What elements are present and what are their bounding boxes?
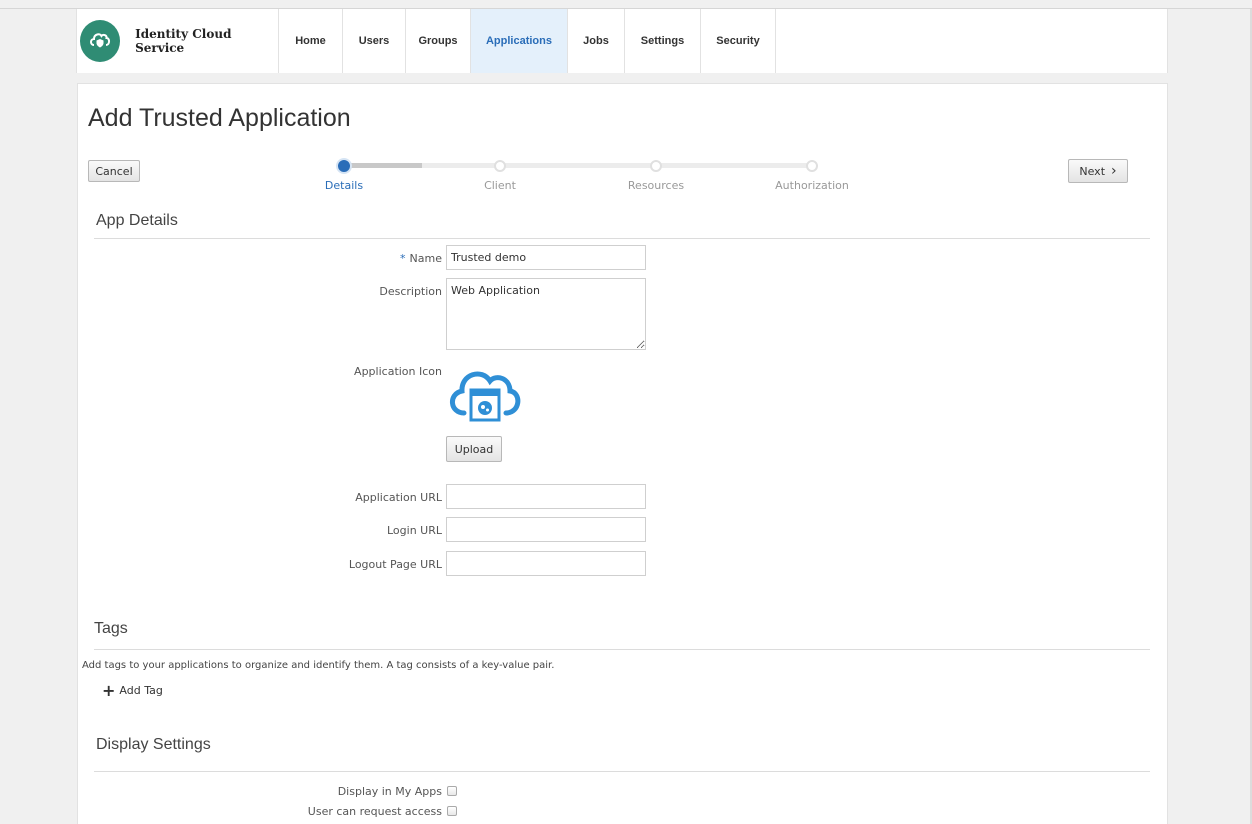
step-client-label[interactable]: Client (450, 179, 550, 192)
display-settings-title: Display Settings (96, 736, 211, 753)
nav-jobs[interactable]: Jobs (568, 9, 625, 73)
window-top-border (0, 0, 1252, 9)
application-url-label: Application URL (355, 491, 442, 504)
tags-divider (94, 649, 1150, 650)
description-textarea[interactable]: Web Application (446, 278, 646, 350)
main-panel: Add Trusted Application Cancel Details C… (77, 83, 1168, 824)
add-tag-label: Add Tag (119, 684, 163, 697)
app-details-title: App Details (96, 212, 178, 229)
brand[interactable]: Identity Cloud Service (77, 9, 279, 73)
user-can-request-access-checkbox[interactable] (447, 806, 457, 816)
top-navbar: Identity Cloud Service Home Users Groups… (76, 9, 1168, 73)
next-button-label: Next (1079, 164, 1106, 178)
logout-url-label: Logout Page URL (348, 558, 442, 571)
chevron-right-icon: › (1111, 163, 1117, 179)
nav-users[interactable]: Users (343, 9, 406, 73)
tags-title: Tags (94, 620, 128, 637)
login-url-input[interactable] (446, 517, 646, 542)
logout-url-input[interactable] (446, 551, 646, 576)
step-authorization-dot[interactable] (806, 160, 818, 172)
step-details-label[interactable]: Details (294, 179, 394, 192)
progress-fill (344, 163, 422, 168)
nav-security[interactable]: Security (701, 9, 776, 73)
nav-home[interactable]: Home (279, 9, 343, 73)
login-url-label: Login URL (387, 524, 442, 537)
tags-description: Add tags to your applications to organiz… (82, 660, 555, 671)
add-tag-button[interactable]: + Add Tag (102, 681, 163, 700)
display-in-my-apps-label: Display in My Apps (337, 785, 442, 798)
display-settings-divider (94, 771, 1150, 772)
step-client-dot[interactable] (494, 160, 506, 172)
step-resources-label[interactable]: Resources (606, 179, 706, 192)
page-title: Add Trusted Application (88, 104, 351, 132)
next-button[interactable]: Next › (1068, 159, 1128, 183)
cloud-shield-logo-icon (80, 20, 121, 62)
app-details-divider (94, 238, 1150, 239)
plus-icon: + (102, 681, 116, 700)
name-label: * Name (242, 252, 442, 265)
nav-groups[interactable]: Groups (406, 9, 471, 73)
user-can-request-access-label: User can request access (307, 805, 442, 818)
name-input[interactable] (446, 245, 646, 270)
application-cloud-icon[interactable] (444, 360, 524, 428)
cancel-button[interactable]: Cancel (88, 160, 140, 182)
required-asterisk: * (400, 252, 406, 265)
application-url-input[interactable] (446, 484, 646, 509)
display-in-my-apps-checkbox[interactable] (447, 786, 457, 796)
application-icon-label: Application Icon (354, 365, 442, 378)
step-authorization-label[interactable]: Authorization (762, 179, 862, 192)
nav-settings[interactable]: Settings (625, 9, 701, 73)
name-label-text: Name (409, 252, 442, 265)
step-details-dot[interactable] (338, 160, 350, 172)
brand-name: Identity Cloud Service (135, 27, 232, 55)
description-label: Description (379, 285, 442, 298)
nav-applications[interactable]: Applications (471, 9, 568, 73)
step-resources-dot[interactable] (650, 160, 662, 172)
upload-button[interactable]: Upload (446, 436, 502, 462)
